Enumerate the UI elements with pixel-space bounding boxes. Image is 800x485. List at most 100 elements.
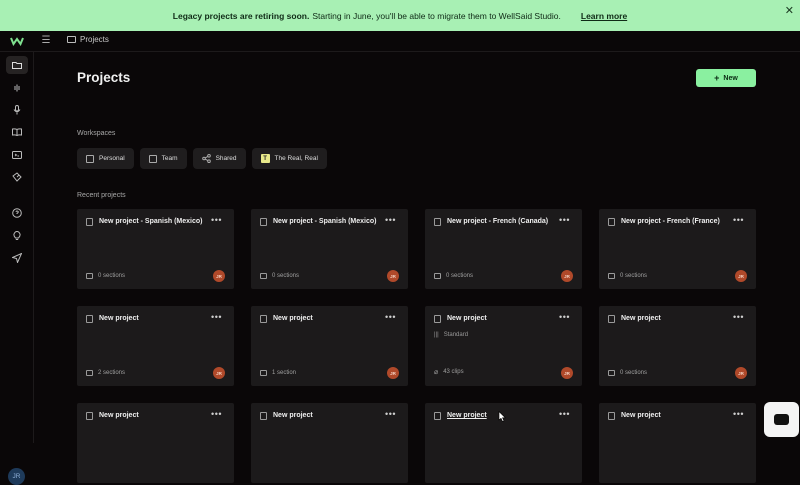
project-subtitle-text: Standard: [443, 332, 469, 338]
logo-icon[interactable]: [10, 36, 24, 46]
workspace-label: Personal: [99, 155, 125, 162]
breadcrumb-label: Projects: [80, 35, 109, 44]
document-icon: [434, 412, 441, 420]
owner-avatar: JR: [387, 367, 399, 379]
more-options-icon[interactable]: •••: [559, 409, 570, 419]
document-icon: [86, 315, 93, 323]
document-icon: [608, 315, 615, 323]
main-content: Projects + New Workspaces Personal Team …: [35, 52, 800, 483]
project-card[interactable]: New project ••• 2 sections JR: [77, 306, 234, 386]
project-title: New project: [447, 315, 487, 322]
owner-avatar: JR: [735, 367, 747, 379]
menu-icon[interactable]: ☰: [40, 35, 52, 47]
project-card[interactable]: New project - Spanish (Mexico) ••• 0 sec…: [251, 209, 408, 289]
calendar-icon: [260, 370, 267, 376]
project-title: New project - French (Canada): [447, 218, 549, 225]
workspace-the-real-real[interactable]: T The Real, Real: [251, 148, 327, 169]
workspace-shared[interactable]: Shared: [192, 148, 246, 169]
more-options-icon[interactable]: •••: [385, 215, 396, 225]
project-title: New project: [273, 315, 313, 322]
calendar-icon: [434, 273, 441, 279]
workspace-label: Team: [161, 155, 178, 162]
project-meta-text: 0 sections: [620, 273, 648, 279]
sidebar-item-projects[interactable]: [6, 56, 28, 74]
send-icon: [12, 253, 22, 263]
microphone-icon: [13, 105, 21, 115]
project-card[interactable]: New project ••• 0 sections JR: [599, 306, 756, 386]
owner-avatar: JR: [735, 270, 747, 282]
puzzle-icon: [12, 172, 22, 182]
sidebar-item-api[interactable]: [6, 146, 28, 164]
project-meta-text: 0 sections: [98, 273, 126, 279]
sidebar-item-voices[interactable]: [6, 79, 28, 97]
paperclip-icon: ⌀: [434, 369, 439, 376]
owner-avatar: JR: [561, 367, 573, 379]
owner-avatar: JR: [561, 270, 573, 282]
lightbulb-icon: [13, 231, 21, 240]
banner-text: Starting in June, you'll be able to migr…: [312, 10, 561, 21]
new-project-button[interactable]: + New: [696, 69, 756, 87]
sidebar-item-ideas[interactable]: [6, 227, 28, 245]
more-options-icon[interactable]: •••: [559, 215, 570, 225]
more-options-icon[interactable]: •••: [733, 312, 744, 322]
plus-icon: +: [714, 73, 720, 83]
book-icon: [12, 128, 22, 136]
more-options-icon[interactable]: •••: [385, 409, 396, 419]
more-options-icon[interactable]: •••: [211, 215, 222, 225]
project-title: New project: [99, 412, 139, 419]
top-bar: ☰ Projects: [0, 31, 800, 52]
help-icon: [12, 208, 22, 218]
code-icon: [12, 151, 22, 159]
recent-projects-heading: Recent projects: [77, 192, 126, 199]
learn-more-link[interactable]: Learn more: [581, 11, 627, 21]
more-options-icon[interactable]: •••: [733, 215, 744, 225]
sidebar-item-recording[interactable]: [6, 101, 28, 119]
folder-icon: [67, 36, 76, 43]
project-card[interactable]: New project ••• ||| Standard ⌀ 43 clips JR: [425, 306, 582, 386]
more-options-icon[interactable]: •••: [211, 409, 222, 419]
workspace-label: The Real, Real: [274, 155, 318, 162]
project-card[interactable]: New project •••: [599, 403, 756, 483]
more-options-icon[interactable]: •••: [211, 312, 222, 322]
project-title[interactable]: New project: [447, 412, 487, 419]
chat-icon: [774, 414, 789, 425]
project-subtitle: ||| Standard: [434, 332, 468, 338]
project-card[interactable]: New project - French (Canada) ••• 0 sect…: [425, 209, 582, 289]
workspace-team[interactable]: Team: [139, 148, 187, 169]
document-icon: [608, 218, 615, 226]
project-card[interactable]: New project •••: [77, 403, 234, 483]
project-meta: 0 sections: [608, 370, 647, 376]
chat-button[interactable]: [764, 402, 799, 437]
more-options-icon[interactable]: •••: [385, 312, 396, 322]
project-card[interactable]: New project •••: [251, 403, 408, 483]
sidebar-item-integrations[interactable]: [6, 168, 28, 186]
team-icon: [148, 154, 157, 163]
banner-bold-text: Legacy projects are retiring soon.: [172, 10, 310, 21]
calendar-icon: [608, 273, 615, 279]
sidebar-item-library[interactable]: [6, 123, 28, 141]
more-options-icon[interactable]: •••: [733, 409, 744, 419]
folder-icon: [12, 62, 22, 69]
new-button-label: New: [723, 74, 738, 82]
calendar-icon: [86, 273, 93, 279]
sidebar-item-feedback[interactable]: [6, 249, 28, 267]
close-icon[interactable]: ✕: [785, 4, 794, 17]
project-title: New project: [273, 412, 313, 419]
waveform-icon: |||: [434, 332, 439, 338]
project-meta: 0 sections: [434, 273, 473, 279]
sidebar-item-help[interactable]: [6, 204, 28, 222]
project-meta: 0 sections: [260, 273, 299, 279]
project-meta: 1 section: [260, 370, 296, 376]
document-icon: [260, 315, 267, 323]
project-card[interactable]: New project - Spanish (Mexico) ••• 0 sec…: [77, 209, 234, 289]
more-options-icon[interactable]: •••: [559, 312, 570, 322]
user-avatar[interactable]: JR: [8, 468, 25, 485]
calendar-icon: [260, 273, 267, 279]
page-title: Projects: [77, 70, 131, 85]
project-card[interactable]: New project - French (France) ••• 0 sect…: [599, 209, 756, 289]
project-title: New project: [99, 315, 139, 322]
project-title: New project - French (France): [621, 218, 720, 225]
workspace-personal[interactable]: Personal: [77, 148, 134, 169]
project-card[interactable]: New project ••• 1 section JR: [251, 306, 408, 386]
document-icon: [260, 218, 267, 226]
